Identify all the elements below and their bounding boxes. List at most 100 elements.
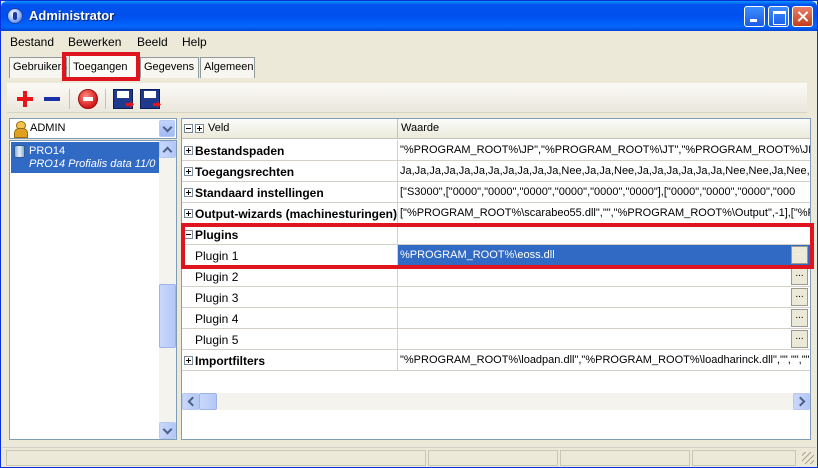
expand-icon[interactable] [184,209,193,218]
grid-cell-value-text: Ja,Ja,Ja,Ja,Ja,Ja,Ja,Ja,Ja,Ja,Ja,Nee,Ja,… [400,165,810,177]
plus-icon[interactable] [15,89,35,109]
grid-row[interactable]: Plugin 4... [182,308,810,329]
maximize-button[interactable] [768,6,789,27]
grid-cell-name-text: Plugin 1 [195,249,239,263]
grid-row[interactable]: Output-wizards (machinesturingen) ["%PROG… [182,203,810,224]
expand-icon[interactable] [184,356,193,365]
grid-row[interactable]: Importfilters "%PROGRAM_ROOT%\loadpan.dll… [182,350,810,371]
tab-gegevens[interactable]: Gegevens [140,57,199,78]
scroll-down-button[interactable] [159,422,176,439]
grid-cell-name: Plugin 5 [182,329,398,349]
tree-item-title: PRO14 [29,145,66,157]
grid-cell-value-text: "%PROGRAM_ROOT%\JP","%PROGRAM_ROOT%\JT",… [400,144,810,156]
grid-cell-name: Plugin 2 [182,266,398,286]
grid-horizontal-scrollbar[interactable] [182,393,810,410]
menu-help[interactable]: Help [182,35,207,49]
minus-icon[interactable] [42,89,62,109]
chevron-up-icon [162,146,173,157]
grid-row[interactable]: Standaard instellingen ["S3000",["0000","… [182,182,810,203]
resize-grip[interactable] [802,452,814,464]
grid-row[interactable]: Plugin 5... [182,329,810,350]
grid-cell-value[interactable] [398,224,810,244]
scroll-thumb[interactable] [159,284,176,348]
grid-cell-value[interactable]: %PROGRAM_ROOT%\eoss.dll... [398,245,810,265]
h-scroll-thumb[interactable] [199,393,217,410]
grid-cell-value[interactable]: Ja,Ja,Ja,Ja,Ja,Ja,Ja,Ja,Ja,Ja,Ja,Nee,Ja,… [398,161,810,181]
toolbar-separator [69,89,70,109]
grid-cell-value[interactable]: ["%PROGRAM_ROOT%\scarabeo55.dll","","%PR… [398,203,810,223]
grid-cell-value[interactable]: ... [398,287,810,307]
grid-row[interactable]: Plugins [182,224,810,245]
grid-cell-value[interactable]: ... [398,329,810,349]
grid-cell-name: Bestandspaden [182,140,398,160]
scroll-up-button[interactable] [159,141,176,158]
status-pane [428,450,558,466]
grid-row[interactable]: Plugin 1 %PROGRAM_ROOT%\eoss.dll... [182,245,810,266]
expand-icon[interactable] [184,146,193,155]
grid-cell-name-text: Plugin 5 [195,333,239,347]
chevron-down-icon [162,424,173,435]
window-title: Administrator [29,8,115,23]
dropdown-button[interactable] [159,120,175,137]
app-window: Administrator Bestand Bewerken Beeld Hel… [0,0,818,468]
menu-bestand[interactable]: Bestand [10,35,54,49]
grid-cell-value-text: "%PROGRAM_ROOT%\loadpan.dll","%PROGRAM_R… [400,354,810,366]
close-button[interactable] [792,6,813,27]
save-icon[interactable] [113,89,133,109]
grid-row[interactable]: Bestandspaden "%PROGRAM_ROOT%\JP","%PROGR… [182,140,810,161]
grid-row[interactable]: Plugin 3... [182,287,810,308]
tree-vertical-scrollbar[interactable] [159,141,176,439]
ellipsis-button[interactable]: ... [791,246,808,264]
grid-cell-name: Standaard instellingen [182,182,398,202]
menu-beeld[interactable]: Beeld [137,35,168,49]
grid-cell-value[interactable]: ... [398,308,810,328]
scroll-left-button[interactable] [182,393,199,410]
grid-row[interactable]: Plugin 2... [182,266,810,287]
column-header-waarde[interactable]: Waarde [398,119,810,139]
save-as-icon[interactable] [140,89,160,109]
expand-icon[interactable] [184,188,193,197]
ellipsis-button[interactable]: ... [791,267,808,285]
chevron-left-icon [187,396,198,407]
grid-cell-name: Plugin 4 [182,308,398,328]
grid-cell-name: Plugin 3 [182,287,398,307]
scroll-right-button[interactable] [793,393,810,410]
toolbar [7,83,807,113]
grid-cell-value[interactable]: ... [398,266,810,286]
collapse-icon[interactable] [184,230,193,239]
grid-cell-value[interactable]: "%PROGRAM_ROOT%\loadpan.dll","%PROGRAM_R… [398,350,810,370]
chevron-down-icon [162,122,173,133]
grid-cell-name-text: Bestandspaden [195,144,285,158]
expand-icon[interactable] [184,167,193,176]
menu-bewerken[interactable]: Bewerken [68,35,121,49]
database-icon [14,145,25,158]
grid-cell-value[interactable]: ["S3000",["0000","0000","0000","0000","0… [398,182,810,202]
ellipsis-button[interactable]: ... [791,309,808,327]
grid-cell-name-text: Plugin 3 [195,291,239,305]
column-label-veld: Veld [208,122,230,134]
tab-algemeen[interactable]: Algemeen [200,57,255,78]
grid-cell-name-text: Standaard instellingen [195,186,324,200]
grid-cell-name-text: Output-wizards (machinesturingen) [195,207,398,221]
user-select-value: ADMIN [30,122,66,134]
ellipsis-button[interactable]: ... [791,330,808,348]
tree-item-pro14[interactable]: PRO14 PRO14 Profialis data 11/0 [11,142,159,173]
grid-cell-value[interactable]: "%PROGRAM_ROOT%\JP","%PROGRAM_ROOT%\JT",… [398,140,810,160]
title-bar[interactable]: Administrator [1,1,817,31]
collapse-all-icon[interactable] [184,124,193,133]
status-pane [692,450,796,466]
tab-toegangen[interactable]: Toegangen [69,55,137,79]
stop-icon[interactable] [78,89,98,109]
chevron-right-icon [795,396,806,407]
app-icon [7,8,23,24]
user-select[interactable]: ADMIN [9,118,177,139]
column-header-veld[interactable]: Veld [182,119,398,139]
tree-item-subtitle: PRO14 Profialis data 11/0 [29,158,156,170]
expand-all-icon[interactable] [195,124,204,133]
grid-row[interactable]: Toegangsrechten Ja,Ja,Ja,Ja,Ja,Ja,Ja,Ja,J… [182,161,810,182]
minimize-button[interactable] [744,6,765,27]
tab-gebruikers[interactable]: Gebruikers [9,57,67,78]
ellipsis-button[interactable]: ... [791,288,808,306]
grid-cell-name: Plugins [182,224,398,244]
user-icon [13,121,28,138]
